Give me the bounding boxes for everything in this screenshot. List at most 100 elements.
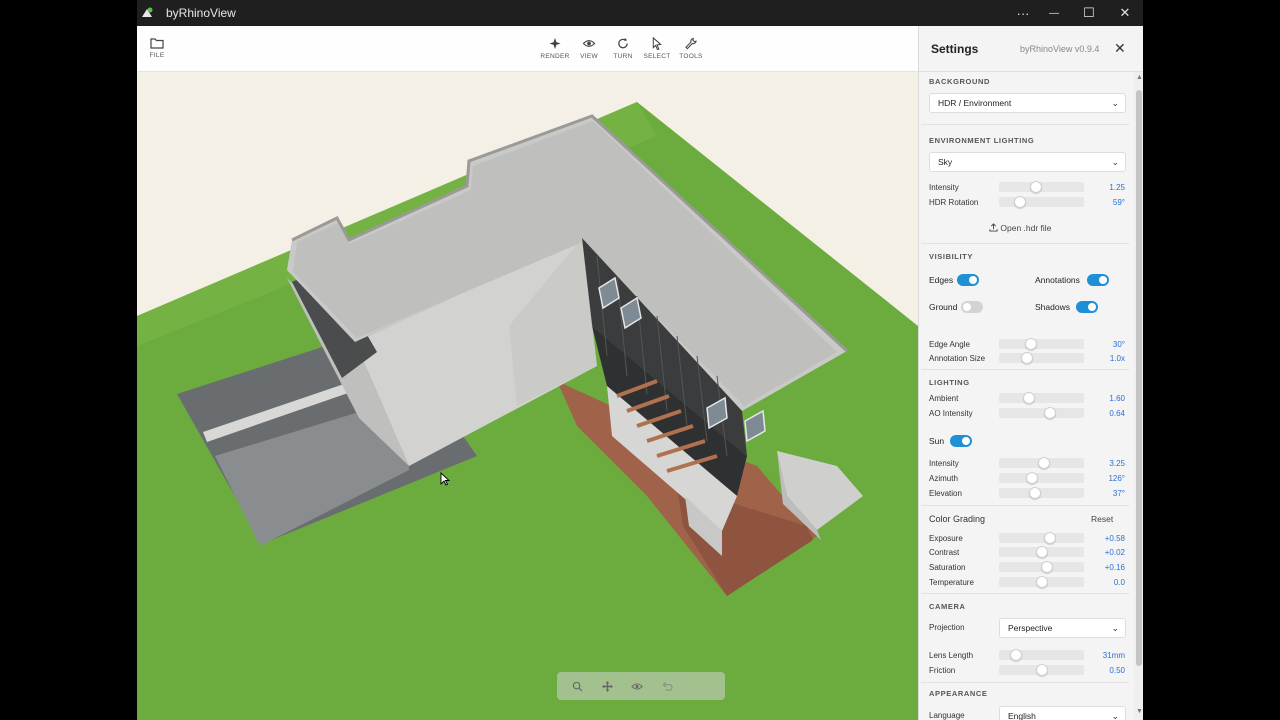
- slider-knob[interactable]: [1036, 576, 1048, 588]
- slider-knob[interactable]: [1029, 487, 1041, 499]
- sun-intensity-value: 3.25: [1109, 459, 1125, 468]
- elevation-slider[interactable]: [999, 487, 1084, 499]
- render-button[interactable]: RENDER: [537, 37, 573, 60]
- background-select-value: HDR / Environment: [938, 98, 1012, 108]
- slider-knob[interactable]: [1036, 664, 1048, 676]
- ao-intensity-slider[interactable]: [999, 407, 1084, 419]
- appearance-section-header: APPEARANCE: [929, 689, 988, 698]
- hdr-rotation-slider[interactable]: [999, 196, 1084, 208]
- ao-intensity-label: AO Intensity: [929, 409, 973, 418]
- language-select-value: English: [1008, 711, 1036, 720]
- temperature-label: Temperature: [929, 578, 974, 587]
- pan-button[interactable]: [599, 678, 615, 694]
- scroll-down-icon[interactable]: ▼: [1136, 708, 1143, 715]
- slider-knob[interactable]: [1014, 196, 1026, 208]
- env-intensity-value: 1.25: [1109, 183, 1125, 192]
- sun-intensity-slider[interactable]: [999, 457, 1084, 469]
- file-button[interactable]: FILE: [139, 37, 175, 59]
- app-logo-icon: [142, 7, 153, 17]
- saturation-value: +0.16: [1104, 563, 1125, 572]
- exposure-slider[interactable]: [999, 532, 1084, 544]
- zoom-icon: [572, 681, 583, 692]
- viewport-3d[interactable]: FILE RENDER VIEW TURN SELECT TOOLS: [137, 26, 918, 720]
- scrollbar-thumb[interactable]: [1136, 90, 1142, 666]
- slider-knob[interactable]: [1023, 392, 1035, 404]
- friction-slider[interactable]: [999, 664, 1084, 676]
- chevron-down-icon: ⌄: [1111, 157, 1119, 167]
- divider: [921, 243, 1129, 244]
- close-window-button[interactable]: ✕: [1107, 0, 1143, 26]
- slider-knob[interactable]: [1026, 472, 1038, 484]
- hdr-rotation-label: HDR Rotation: [929, 198, 979, 207]
- edges-toggle[interactable]: [957, 274, 979, 286]
- saturation-label: Saturation: [929, 563, 966, 572]
- contrast-slider[interactable]: [999, 546, 1084, 558]
- contrast-value: +0.02: [1104, 548, 1125, 557]
- azimuth-slider[interactable]: [999, 472, 1084, 484]
- slider-knob[interactable]: [1025, 338, 1037, 350]
- maximize-button[interactable]: ☐: [1071, 0, 1107, 26]
- turn-label: TURN: [613, 53, 633, 60]
- slider-knob[interactable]: [1010, 649, 1022, 661]
- slider-knob[interactable]: [1044, 407, 1056, 419]
- house-model-render[interactable]: [137, 26, 918, 720]
- projection-select-value: Perspective: [1008, 623, 1053, 633]
- view-button[interactable]: VIEW: [571, 37, 607, 60]
- shadows-toggle[interactable]: [1076, 301, 1098, 313]
- annotations-toggle[interactable]: [1087, 274, 1109, 286]
- background-select[interactable]: HDR / Environment ⌄: [929, 93, 1126, 113]
- ambient-value: 1.60: [1109, 394, 1125, 403]
- slider-knob[interactable]: [1021, 352, 1033, 364]
- scroll-up-icon[interactable]: ▲: [1136, 74, 1143, 81]
- pointer-icon: [652, 37, 662, 50]
- language-select[interactable]: English ⌄: [999, 706, 1126, 720]
- open-hdr-button[interactable]: Open .hdr file: [989, 223, 1051, 233]
- chevron-down-icon: ⌄: [1111, 711, 1119, 720]
- friction-value: 0.50: [1109, 666, 1125, 675]
- settings-header: Settings byRhinoView v0.9.4 ✕: [919, 26, 1143, 72]
- annotation-size-value: 1.0x: [1109, 354, 1125, 363]
- ambient-slider[interactable]: [999, 392, 1084, 404]
- projection-select[interactable]: Perspective ⌄: [999, 618, 1126, 638]
- toggle-dot: [962, 437, 970, 445]
- undo-button[interactable]: [659, 678, 675, 694]
- temperature-slider[interactable]: [999, 576, 1084, 588]
- slider-knob[interactable]: [1038, 457, 1050, 469]
- minimize-icon: —: [1049, 7, 1059, 19]
- select-button[interactable]: SELECT: [639, 37, 675, 60]
- minimize-button[interactable]: —: [1036, 0, 1072, 26]
- sparkle-icon: [549, 37, 561, 50]
- environment-select[interactable]: Sky ⌄: [929, 152, 1126, 172]
- render-label: RENDER: [540, 53, 570, 60]
- lens-length-slider[interactable]: [999, 649, 1084, 661]
- close-settings-button[interactable]: ✕: [1114, 40, 1126, 57]
- language-label: Language: [929, 711, 965, 720]
- orbit-button[interactable]: [629, 678, 645, 694]
- turn-button[interactable]: TURN: [605, 37, 641, 60]
- reset-grading-button[interactable]: Reset: [1091, 514, 1113, 524]
- annotation-size-slider[interactable]: [999, 352, 1084, 364]
- orbit-eye-icon: [631, 682, 643, 690]
- file-label: FILE: [149, 52, 165, 59]
- camera-section-header: CAMERA: [929, 602, 966, 611]
- lens-length-label: Lens Length: [929, 651, 974, 660]
- select-label: SELECT: [643, 53, 671, 60]
- slider-knob[interactable]: [1030, 181, 1042, 193]
- color-grading-title: Color Grading: [929, 514, 986, 524]
- slider-knob[interactable]: [1041, 561, 1053, 573]
- slider-knob[interactable]: [1044, 532, 1056, 544]
- more-icon: ···: [1016, 5, 1030, 21]
- env-intensity-slider[interactable]: [999, 181, 1084, 193]
- ao-intensity-value: 0.64: [1109, 409, 1125, 418]
- background-section-header: BACKGROUND: [929, 77, 990, 86]
- ground-toggle[interactable]: [961, 301, 983, 313]
- edge-angle-slider[interactable]: [999, 338, 1084, 350]
- settings-scrollbar[interactable]: ▲ ▼: [1134, 72, 1143, 720]
- saturation-slider[interactable]: [999, 561, 1084, 573]
- zoom-button[interactable]: [569, 678, 585, 694]
- sun-toggle[interactable]: [950, 435, 972, 447]
- slider-knob[interactable]: [1036, 546, 1048, 558]
- tools-button[interactable]: TOOLS: [673, 37, 709, 60]
- title-bar: byRhinoView: [137, 0, 1143, 26]
- exposure-value: +0.58: [1104, 534, 1125, 543]
